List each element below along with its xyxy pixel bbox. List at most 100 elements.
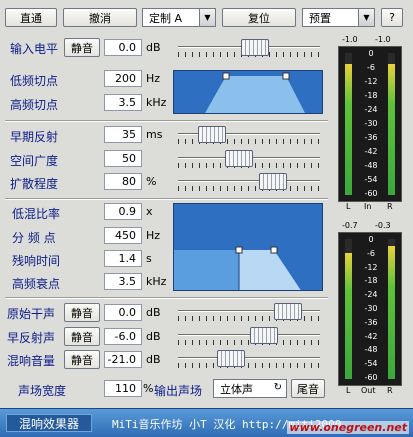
presets-dropdown[interactable]: 预置 ▼ — [302, 8, 375, 27]
undo-button[interactable]: 撤消 — [63, 8, 137, 27]
meter-tick-label: -42 — [364, 147, 378, 156]
slider-thumb[interactable] — [241, 39, 269, 56]
crossover-value[interactable]: 450 — [104, 227, 142, 244]
slider-thumb[interactable] — [250, 327, 278, 344]
decay-graph[interactable] — [173, 203, 323, 291]
output-meter-r-label: R — [387, 386, 393, 395]
hf-decay-label: 高频衰点 — [12, 277, 61, 291]
input-level-unit: dB — [146, 41, 161, 54]
meter-tick-label: -60 — [364, 189, 378, 198]
early-reflect-value[interactable]: 35 — [104, 126, 142, 143]
output-meter-mid-label: Out — [361, 386, 376, 395]
early-level-slider[interactable] — [174, 325, 324, 349]
reset-button[interactable]: 复位 — [222, 8, 296, 27]
input-level-slider[interactable] — [174, 37, 324, 61]
high-band-area — [239, 250, 301, 290]
diffusion-label: 扩散程度 — [10, 177, 59, 191]
output-mode-dropdown[interactable]: 立体声 ↻ — [213, 379, 287, 398]
input-peak-r: -1.0 — [375, 35, 391, 44]
meter-tick-label: -60 — [364, 373, 378, 382]
meter-tick-label: -48 — [364, 345, 378, 354]
crossover-unit: Hz — [146, 229, 161, 242]
help-button[interactable]: ? — [381, 8, 403, 27]
dry-unit: dB — [146, 306, 161, 319]
meter-tick-label: -18 — [364, 91, 378, 100]
preset-custom-dropdown[interactable]: 定制 A ▼ — [142, 8, 216, 27]
input-mute-button[interactable]: 静音 — [64, 38, 100, 57]
eq-filter-graph[interactable] — [173, 70, 323, 114]
slider-thumb[interactable] — [274, 303, 302, 320]
hf-decay-handle[interactable] — [270, 246, 278, 254]
meter-tick-label: -48 — [364, 161, 378, 170]
watermark: www.onegreen.net — [287, 421, 409, 434]
slider-thumb[interactable] — [259, 173, 287, 190]
high-cut-unit: kHz — [146, 96, 167, 109]
hf-decay-value[interactable]: 3.5 — [104, 273, 142, 290]
stereo-width-value[interactable]: 110 — [104, 380, 142, 397]
reverb-time-value[interactable]: 1.4 — [104, 250, 142, 267]
input-level-value[interactable]: 0.0 — [104, 39, 142, 56]
meter-tick-label: -24 — [364, 105, 378, 114]
low-cut-handle[interactable] — [222, 72, 230, 80]
diffusion-unit: % — [146, 175, 157, 188]
slider-thumb[interactable] — [225, 150, 253, 167]
reverb-level-slider[interactable] — [174, 348, 324, 372]
meter-tick-label: -24 — [364, 290, 378, 299]
early-level-label: 早反射声 — [7, 331, 56, 345]
diffusion-slider[interactable] — [174, 171, 324, 195]
slider-thumb[interactable] — [217, 350, 245, 367]
tail-button[interactable]: 尾音 — [291, 379, 325, 398]
crossover-handle[interactable] — [235, 246, 243, 254]
meter-tick-label: 0 — [368, 49, 374, 58]
input-meter-r-label: R — [387, 202, 393, 211]
high-cut-value[interactable]: 3.5 — [104, 94, 142, 111]
meter-tick-label: -18 — [364, 276, 378, 285]
preset-custom-value: 定制 A — [149, 11, 183, 25]
low-mix-value[interactable]: 0.9 — [104, 203, 142, 220]
early-mute-button[interactable]: 静音 — [64, 327, 100, 346]
dry-slider[interactable] — [174, 301, 324, 325]
input-meter-l-label: L — [346, 202, 351, 211]
reverb-level-label: 混响音量 — [7, 354, 56, 368]
space-width-value[interactable]: 50 — [104, 150, 142, 167]
dry-value[interactable]: 0.0 — [104, 304, 142, 321]
early-level-unit: dB — [146, 330, 161, 343]
chevron-down-icon: ▼ — [199, 9, 215, 26]
dry-mute-button[interactable]: 静音 — [64, 303, 100, 322]
reverb-level-value[interactable]: -21.0 — [104, 351, 142, 368]
diffusion-value[interactable]: 80 — [104, 173, 142, 190]
meter-tick-label: -30 — [364, 304, 378, 313]
meter-tick-label: -12 — [364, 263, 378, 272]
early-level-value[interactable]: -6.0 — [104, 328, 142, 345]
low-cut-value[interactable]: 200 — [104, 70, 142, 87]
output-meter-scale: 0 -6 -12 -18 -24 -30 -36 -42 -48 -54 -60 — [357, 235, 385, 383]
meter-tick-label: -6 — [367, 249, 375, 258]
reverb-mute-button[interactable]: 静音 — [64, 350, 100, 369]
high-cut-handle[interactable] — [282, 72, 290, 80]
output-meter-panel: 0 -6 -12 -18 -24 -30 -36 -42 -48 -54 -60 — [338, 232, 402, 386]
output-meter-l-fill — [345, 253, 352, 379]
meter-tick-label: -36 — [364, 133, 378, 142]
straight-through-button[interactable]: 直通 — [5, 8, 57, 27]
reverb-time-label: 残响时间 — [12, 254, 61, 268]
low-cut-unit: Hz — [146, 72, 161, 85]
output-field-label: 输出声场 — [154, 384, 203, 398]
output-meter-l-track — [345, 239, 352, 379]
input-peak-l: -1.0 — [342, 35, 358, 44]
output-mode-value: 立体声 — [220, 382, 253, 396]
output-meter-l-label: L — [346, 386, 351, 395]
input-meter-l-fill — [345, 64, 352, 195]
meter-tick-label: -54 — [364, 175, 378, 184]
dry-label: 原始干声 — [7, 307, 56, 321]
presets-value: 预置 — [309, 11, 331, 25]
hf-decay-unit: kHz — [146, 275, 167, 288]
stereo-width-label: 声场宽度 — [18, 384, 67, 398]
slider-thumb[interactable] — [198, 126, 226, 143]
meter-tick-label: -6 — [367, 63, 375, 72]
eq-passband — [205, 76, 305, 113]
output-meter-r-fill — [388, 246, 395, 379]
input-meter-r-track — [388, 53, 395, 195]
space-width-slider[interactable] — [174, 148, 324, 172]
space-width-label: 空间广度 — [10, 154, 59, 168]
early-reflect-slider[interactable] — [174, 124, 324, 148]
